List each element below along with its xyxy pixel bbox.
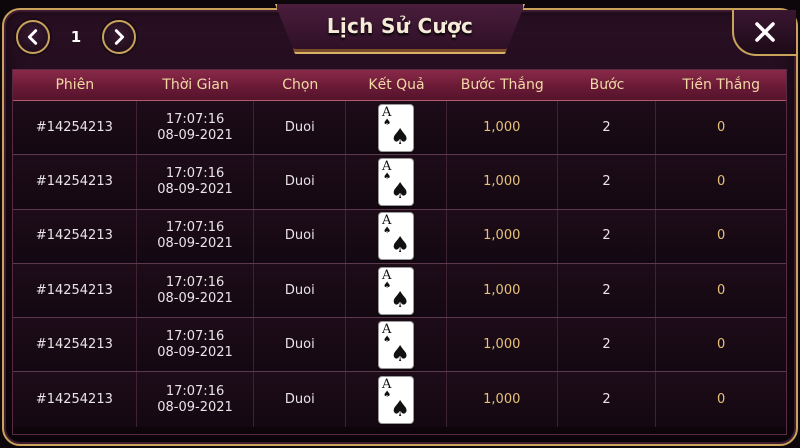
cell-time-date: 08-09-2021 <box>157 290 233 306</box>
cell-step: 2 <box>558 155 657 209</box>
cell-step: 2 <box>558 209 657 263</box>
cell-choice: Duoi <box>254 263 347 318</box>
cell-time-date: 08-09-2021 <box>157 181 233 197</box>
table-body: #14254213 17:07:16 08-09-2021 Duoi A ♠ ♠… <box>13 101 786 436</box>
table-row: #14254213 17:07:16 08-09-2021 Duoi A ♠ ♠… <box>13 101 786 156</box>
cell-time: 17:07:16 08-09-2021 <box>137 155 255 209</box>
page-title: Lịch Sử Cược <box>326 14 474 38</box>
cell-step-win: 1,000 <box>447 318 558 372</box>
cell-time-clock: 17:07:16 <box>165 328 225 344</box>
cell-step-win: 1,000 <box>447 209 558 263</box>
cell-money-win: 0 <box>717 282 726 298</box>
chevron-right-icon <box>114 29 125 45</box>
cell-time: 17:07:16 08-09-2021 <box>137 209 255 263</box>
chevron-left-icon <box>27 29 38 45</box>
cell-result: A ♠ ♠ <box>346 318 447 372</box>
cell-time-date: 08-09-2021 <box>157 236 233 252</box>
cell-time-clock: 17:07:16 <box>165 220 225 236</box>
cell-time-date: 08-09-2021 <box>157 127 233 143</box>
cell-choice: Duoi <box>254 318 347 372</box>
cell-result: A ♠ ♠ <box>346 372 447 427</box>
playing-card: A ♠ ♠ <box>379 104 414 151</box>
cell-step: 2 <box>558 263 657 318</box>
card-rank: A <box>382 104 392 120</box>
cell-choice: Duoi <box>254 155 347 209</box>
cell-session: #14254213 <box>13 155 137 209</box>
table-row: #14254213 17:07:16 08-09-2021 Duoi A ♠ ♠… <box>13 209 786 264</box>
header-step: Bước <box>589 77 625 93</box>
cell-step-win: 1,000 <box>447 263 558 318</box>
cell-session: #14254213 <box>13 101 137 155</box>
header-time: Thời Gian <box>162 77 229 93</box>
next-page-button[interactable] <box>102 20 136 54</box>
cell-time: 17:07:16 08-09-2021 <box>137 263 255 318</box>
cell-time-date: 08-09-2021 <box>157 344 233 360</box>
playing-card: A ♠ ♠ <box>379 213 414 260</box>
cell-result: A ♠ ♠ <box>346 155 447 209</box>
spade-icon: ♠ <box>390 287 411 313</box>
cell-time: 17:07:16 08-09-2021 <box>137 101 255 155</box>
cell-session: #14254213 <box>13 372 137 427</box>
cell-result: A ♠ ♠ <box>346 209 447 263</box>
title-plate: Lịch Sử Cược <box>275 4 525 54</box>
cell-result: A ♠ ♠ <box>346 263 447 318</box>
playing-card: A ♠ ♠ <box>379 376 414 423</box>
cell-step: 2 <box>558 101 657 155</box>
card-rank: A <box>382 376 392 392</box>
cell-step-win: 1,000 <box>447 155 558 209</box>
header-result: Kết Quả <box>368 77 425 93</box>
cell-time-clock: 17:07:16 <box>165 274 225 290</box>
cell-session: #14254213 <box>13 209 137 263</box>
table-row: #14254213 17:07:16 08-09-2021 Duoi A ♠ ♠… <box>13 155 786 210</box>
header-step-win: Bước Thắng <box>460 77 544 93</box>
playing-card: A ♠ ♠ <box>379 158 414 205</box>
spade-icon: ♠ <box>390 341 411 367</box>
page-number: 1 <box>70 28 82 46</box>
card-rank: A <box>382 321 392 337</box>
cell-time: 17:07:16 08-09-2021 <box>137 318 255 372</box>
close-button[interactable] <box>732 10 796 56</box>
playing-card: A ♠ ♠ <box>379 321 414 368</box>
cell-money-win: 0 <box>717 336 726 352</box>
cell-session: #14254213 <box>13 318 137 372</box>
table-row: #14254213 17:07:16 08-09-2021 Duoi A ♠ ♠… <box>13 318 786 373</box>
close-icon <box>755 22 775 42</box>
cell-time-clock: 17:07:16 <box>165 165 225 181</box>
cell-money-win: 0 <box>717 173 726 189</box>
cell-choice: Duoi <box>254 372 347 427</box>
cell-step: 2 <box>558 372 657 427</box>
cell-money-win: 0 <box>717 228 726 244</box>
table-header: Phiên Thời Gian Chọn Kết Quả Bước Thắng … <box>13 70 786 101</box>
playing-card: A ♠ ♠ <box>379 267 414 314</box>
cell-time: 17:07:16 08-09-2021 <box>137 372 255 427</box>
cell-step-win: 1,000 <box>447 372 558 427</box>
cell-choice: Duoi <box>254 209 347 263</box>
spade-icon: ♠ <box>390 178 411 204</box>
cell-time-clock: 17:07:16 <box>165 111 225 127</box>
cell-session: #14254213 <box>13 263 137 318</box>
cell-result: A ♠ ♠ <box>346 101 447 155</box>
cell-step-win: 1,000 <box>447 101 558 155</box>
table-row: #14254213 17:07:16 08-09-2021 Duoi A ♠ ♠… <box>13 263 786 319</box>
spade-icon: ♠ <box>390 396 411 422</box>
table-row: #14254213 17:07:16 08-09-2021 Duoi A ♠ ♠… <box>13 372 786 427</box>
cell-time-clock: 17:07:16 <box>165 383 225 399</box>
header-money-win: Tiền Thắng <box>682 77 761 93</box>
prev-page-button[interactable] <box>16 20 50 54</box>
cell-time-date: 08-09-2021 <box>157 399 233 415</box>
card-rank: A <box>382 158 392 174</box>
cell-money-win: 0 <box>717 391 726 407</box>
card-rank: A <box>382 267 392 283</box>
cell-money-win: 0 <box>717 119 726 135</box>
cell-step: 2 <box>558 318 657 372</box>
bet-history-table: Phiên Thời Gian Chọn Kết Quả Bước Thắng … <box>12 69 787 435</box>
header-session: Phiên <box>55 77 95 93</box>
cell-choice: Duoi <box>254 101 347 155</box>
spade-icon: ♠ <box>390 233 411 259</box>
spade-icon: ♠ <box>390 124 411 150</box>
header-choice: Chọn <box>282 77 319 93</box>
